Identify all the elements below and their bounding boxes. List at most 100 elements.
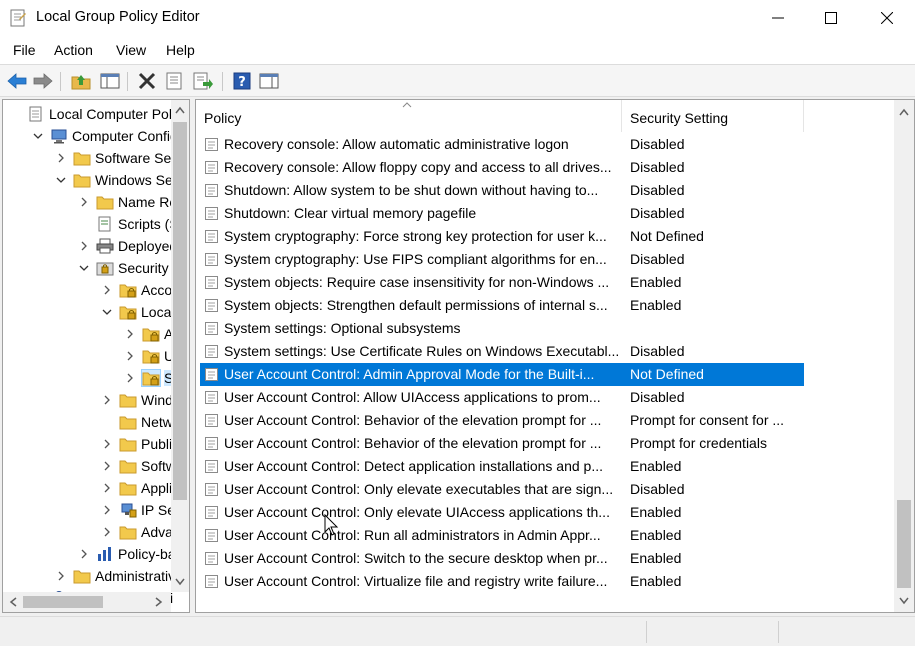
policy-row[interactable]: User Account Control: Detect application… xyxy=(200,455,804,478)
policy-row[interactable]: System settings: Use Certificate Rules o… xyxy=(200,340,804,363)
tree-item[interactable]: Administrative xyxy=(3,565,173,587)
tree-item-label: Softwa xyxy=(141,458,173,474)
policy-row[interactable]: System objects: Require case insensitivi… xyxy=(200,271,804,294)
menu-help[interactable]: Help xyxy=(166,42,195,58)
collapsed-arrow-icon[interactable] xyxy=(78,195,90,207)
tree-horizontal-scrollbar[interactable] xyxy=(3,592,171,612)
tree-vertical-scrollbar[interactable] xyxy=(171,100,189,592)
tree-item[interactable]: Windo xyxy=(3,389,173,411)
collapsed-arrow-icon[interactable] xyxy=(55,151,67,163)
tree-item[interactable]: IP Secu xyxy=(3,499,173,521)
policy-list[interactable]: Policy Security Setting Recovery console… xyxy=(195,99,915,613)
scroll-down-icon[interactable] xyxy=(175,578,185,586)
tree-item[interactable]: Au xyxy=(3,323,173,345)
policy-row[interactable]: System cryptography: Use FIPS compliant … xyxy=(200,248,804,271)
menu-view[interactable]: View xyxy=(116,42,146,58)
tree-vertical-scroll-thumb[interactable] xyxy=(173,122,187,500)
policy-row[interactable]: User Account Control: Only elevate execu… xyxy=(200,478,804,501)
menu-action[interactable]: Action xyxy=(54,42,93,58)
scroll-up-icon[interactable] xyxy=(175,106,185,114)
tree-item[interactable]: Local P xyxy=(3,301,173,323)
policy-row[interactable]: Recovery console: Allow floppy copy and … xyxy=(200,156,804,179)
tree-item[interactable]: Public xyxy=(3,433,173,455)
policy-row[interactable]: User Account Control: Virtualize file an… xyxy=(200,570,804,593)
policy-row[interactable]: System settings: Optional subsystems xyxy=(200,317,804,340)
expanded-arrow-icon[interactable] xyxy=(32,129,44,141)
scroll-right-icon[interactable] xyxy=(155,597,163,607)
tree-item[interactable]: Scripts (Sta xyxy=(3,213,173,235)
policy-row[interactable]: Shutdown: Allow system to be shut down w… xyxy=(200,179,804,202)
delete-icon xyxy=(138,72,156,90)
show-hide-tree-button[interactable] xyxy=(99,71,121,91)
collapsed-arrow-icon[interactable] xyxy=(124,371,136,383)
policy-row[interactable]: User Account Control: Allow UIAccess app… xyxy=(200,386,804,409)
scripts-icon xyxy=(96,216,114,232)
up-folder-button[interactable] xyxy=(70,71,92,91)
expanded-arrow-icon[interactable] xyxy=(101,305,113,317)
policy-row[interactable]: User Account Control: Admin Approval Mod… xyxy=(200,363,804,386)
forward-button[interactable] xyxy=(32,71,54,91)
collapsed-arrow-icon[interactable] xyxy=(55,569,67,581)
maximize-button[interactable] xyxy=(808,0,854,36)
scroll-down-icon[interactable] xyxy=(899,597,909,605)
list-vertical-scrollbar[interactable] xyxy=(894,100,914,612)
collapsed-arrow-icon[interactable] xyxy=(101,393,113,405)
policy-setting-icon xyxy=(204,390,219,405)
tree-item[interactable]: Policy-bas xyxy=(3,543,173,565)
collapsed-arrow-icon[interactable] xyxy=(101,503,113,515)
expanded-arrow-icon[interactable] xyxy=(78,261,90,273)
back-button[interactable] xyxy=(6,71,28,91)
list-vertical-scroll-thumb[interactable] xyxy=(897,500,911,588)
tree-horizontal-scroll-thumb[interactable] xyxy=(23,596,103,608)
action-pane-button[interactable] xyxy=(258,71,280,91)
tree-item[interactable]: Softwa xyxy=(3,455,173,477)
collapsed-arrow-icon[interactable] xyxy=(124,349,136,361)
minimize-button[interactable] xyxy=(755,0,801,36)
policy-row[interactable]: User Account Control: Run all administra… xyxy=(200,524,804,547)
policy-row[interactable]: User Account Control: Behavior of the el… xyxy=(200,409,804,432)
policy-row[interactable]: System objects: Strengthen default permi… xyxy=(200,294,804,317)
tree-item[interactable]: Name Res xyxy=(3,191,173,213)
collapsed-arrow-icon[interactable] xyxy=(101,459,113,471)
collapsed-arrow-icon[interactable] xyxy=(101,525,113,537)
tree-item[interactable]: Netwo xyxy=(3,411,173,433)
tree-item[interactable]: Applic xyxy=(3,477,173,499)
collapsed-arrow-icon[interactable] xyxy=(124,327,136,339)
help-button[interactable]: ? xyxy=(231,71,253,91)
delete-button[interactable] xyxy=(136,71,158,91)
tree-item[interactable]: Sec xyxy=(3,367,173,389)
policy-row[interactable]: Shutdown: Clear virtual memory pagefile D… xyxy=(200,202,804,225)
scroll-left-icon[interactable] xyxy=(9,597,17,607)
collapsed-arrow-icon[interactable] xyxy=(78,547,90,559)
policy-row[interactable]: User Account Control: Switch to the secu… xyxy=(200,547,804,570)
tree-item[interactable]: Software Setti xyxy=(3,147,173,169)
tree-item[interactable]: Security Se xyxy=(3,257,173,279)
console-tree[interactable]: Local Computer Polic Computer Configura So… xyxy=(2,99,190,613)
tree-item[interactable]: Windows Sett xyxy=(3,169,173,191)
tree-item[interactable]: Accou xyxy=(3,279,173,301)
policy-setting-icon xyxy=(204,482,219,497)
tree-item[interactable]: Computer Configura xyxy=(3,125,173,147)
expanded-arrow-icon[interactable] xyxy=(55,173,67,185)
collapsed-arrow-icon[interactable] xyxy=(78,239,90,251)
export-list-icon xyxy=(193,72,213,90)
collapsed-arrow-icon[interactable] xyxy=(101,437,113,449)
policy-row[interactable]: User Account Control: Only elevate UIAcc… xyxy=(200,501,804,524)
policy-row[interactable]: System cryptography: Force strong key pr… xyxy=(200,225,804,248)
locked-folder-icon xyxy=(142,348,160,364)
tree-item[interactable]: Local Computer Polic xyxy=(3,103,173,125)
tree-item[interactable]: Deployed xyxy=(3,235,173,257)
policy-row[interactable]: Recovery console: Allow automatic admini… xyxy=(200,133,804,156)
column-header-policy[interactable]: Policy xyxy=(196,100,622,132)
policy-row[interactable]: User Account Control: Behavior of the el… xyxy=(200,432,804,455)
tree-item[interactable]: Use xyxy=(3,345,173,367)
properties-button[interactable] xyxy=(163,71,185,91)
tree-item[interactable]: Advan xyxy=(3,521,173,543)
export-list-button[interactable] xyxy=(192,71,214,91)
scroll-up-icon[interactable] xyxy=(899,108,909,116)
close-button[interactable] xyxy=(864,0,910,36)
menu-file[interactable]: File xyxy=(13,42,36,58)
collapsed-arrow-icon[interactable] xyxy=(101,481,113,493)
collapsed-arrow-icon[interactable] xyxy=(101,283,113,295)
column-header-security-setting[interactable]: Security Setting xyxy=(622,100,804,132)
